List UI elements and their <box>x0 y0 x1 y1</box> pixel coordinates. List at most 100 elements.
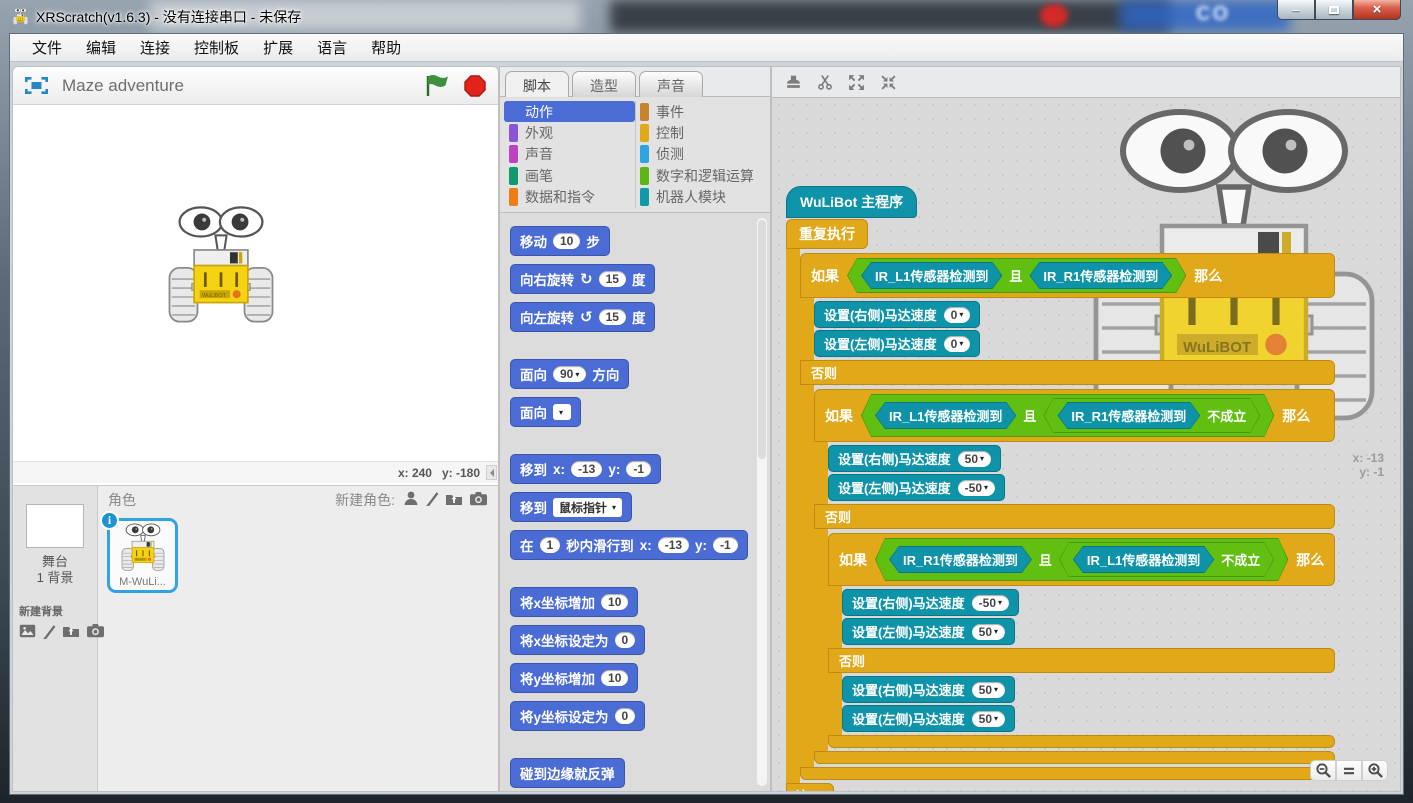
motor-command-block[interactable]: 设置(左侧)马达速度-50▾ <box>828 474 1005 501</box>
menu-item-控制板[interactable]: 控制板 <box>182 33 251 62</box>
maximize-button[interactable] <box>1315 0 1353 20</box>
number-input[interactable]: -1 <box>626 461 651 477</box>
menu-item-文件[interactable]: 文件 <box>20 33 74 62</box>
tab-脚本[interactable]: 脚本 <box>505 71 569 97</box>
palette-block[interactable]: 向右旋转↻15度 <box>510 264 655 294</box>
palette-block[interactable]: 移动10步 <box>510 226 610 256</box>
category-机器人模块[interactable]: 机器人模块 <box>635 187 766 208</box>
new-sprite-upload-icon[interactable] <box>445 490 463 506</box>
number-input[interactable]: -13 <box>658 537 689 553</box>
dropdown-input[interactable]: 50▾ <box>972 682 1005 698</box>
fullscreen-icon[interactable] <box>25 77 48 94</box>
sensor-block[interactable]: IR_L1传感器检测到 <box>861 262 1002 289</box>
category-外观[interactable]: 外观 <box>504 122 635 143</box>
info-icon[interactable]: i <box>100 511 119 530</box>
category-事件[interactable]: 事件 <box>635 101 766 122</box>
scrollbar-thumb[interactable] <box>758 220 766 459</box>
scissors-icon[interactable] <box>817 74 833 91</box>
if-block-top[interactable]: 如果IR_L1传感器检测到且IR_R1传感器检测到不成立那么 <box>814 389 1335 442</box>
new-backdrop-image-icon[interactable] <box>19 623 36 639</box>
script-canvas[interactable]: WuLiBOT x: -13 y: -1 WuLiBot 主程序重复执行如果IR… <box>772 97 1400 791</box>
and-block[interactable]: IR_L1传感器检测到且IR_R1传感器检测到 <box>847 258 1186 293</box>
dropdown-input[interactable]: -50▾ <box>958 480 995 496</box>
not-block[interactable]: IR_L1传感器检测到不成立 <box>1059 542 1274 577</box>
forever-block-top[interactable]: 重复执行 <box>786 219 868 249</box>
category-声音[interactable]: 声音 <box>504 144 635 165</box>
category-数字和逻辑运算[interactable]: 数字和逻辑运算 <box>635 165 766 186</box>
category-动作[interactable]: 动作 <box>504 101 635 122</box>
tab-造型[interactable]: 造型 <box>572 71 636 97</box>
sensor-block[interactable]: IR_R1传感器检测到 <box>1057 402 1200 429</box>
palette-block[interactable]: 碰到边缘就反弹 <box>510 758 625 788</box>
sensor-block[interactable]: IR_R1传感器检测到 <box>889 546 1032 573</box>
number-input[interactable]: 0 <box>615 708 636 724</box>
zoom-out-button[interactable] <box>1310 760 1336 781</box>
category-画笔[interactable]: 画笔 <box>504 165 635 186</box>
else-bar[interactable]: 否则 <box>828 648 1335 673</box>
and-block[interactable]: IR_L1传感器检测到且IR_R1传感器检测到不成立 <box>861 394 1274 437</box>
if-block-bottom[interactable] <box>828 735 1335 748</box>
if-block-bottom[interactable] <box>814 751 1335 764</box>
tab-声音[interactable]: 声音 <box>639 71 703 97</box>
menu-item-帮助[interactable]: 帮助 <box>359 33 413 62</box>
grow-icon[interactable] <box>848 74 865 91</box>
dropdown-input[interactable]: 鼠标指针▾ <box>553 498 622 517</box>
palette-block[interactable]: 将x坐标设定为0 <box>510 625 645 655</box>
menu-item-语言[interactable]: 语言 <box>305 33 359 62</box>
else-bar[interactable]: 否则 <box>800 360 1335 385</box>
number-input[interactable]: -1 <box>713 537 738 553</box>
number-input[interactable]: 1 <box>540 537 561 553</box>
collapse-arrow-button[interactable] <box>486 465 497 480</box>
stage-selector[interactable]: 舞台 1 背景 新建背景 <box>13 486 98 791</box>
category-控制[interactable]: 控制 <box>635 122 766 143</box>
palette-block[interactable]: 面向▾ <box>510 397 581 427</box>
palette-block[interactable]: 将y坐标增加10 <box>510 663 638 693</box>
palette-block[interactable]: 将x坐标增加10 <box>510 587 638 617</box>
new-backdrop-brush-icon[interactable] <box>42 623 56 639</box>
dropdown-input[interactable]: 0▾ <box>944 307 971 323</box>
palette-block[interactable]: 在1秒内滑行到x:-13y:-1 <box>510 530 748 560</box>
number-input[interactable]: 15 <box>599 271 626 287</box>
category-侦测[interactable]: 侦测 <box>635 144 766 165</box>
dropdown-input[interactable]: 50▾ <box>958 451 991 467</box>
else-bar[interactable]: 否则 <box>814 504 1335 529</box>
new-backdrop-upload-icon[interactable] <box>62 623 80 639</box>
stop-button[interactable] <box>464 75 486 97</box>
forever-block-bottom[interactable]: ↩ <box>786 783 834 791</box>
motor-command-block[interactable]: 设置(右侧)马达速度-50▾ <box>842 589 1019 616</box>
palette-block[interactable]: 面向90▾方向 <box>510 359 629 389</box>
close-button[interactable]: × <box>1353 0 1401 20</box>
palette-block[interactable]: 移到鼠标指针▾ <box>510 492 632 522</box>
dropdown-input[interactable]: 50▾ <box>972 711 1005 727</box>
palette-block[interactable]: 移到x:-13y:-1 <box>510 454 661 484</box>
motor-command-block[interactable]: 设置(右侧)马达速度0▾ <box>814 301 980 328</box>
palette-scrollbar[interactable] <box>756 217 768 787</box>
robot-sprite-on-stage[interactable]: WuLiBOT <box>165 205 277 333</box>
motor-command-block[interactable]: 设置(右侧)马达速度50▾ <box>842 676 1015 703</box>
motor-command-block[interactable]: 设置(右侧)马达速度50▾ <box>828 445 1001 472</box>
motor-command-block[interactable]: 设置(左侧)马达速度50▾ <box>842 618 1015 645</box>
if-block-top[interactable]: 如果IR_L1传感器检测到且IR_R1传感器检测到那么 <box>800 253 1335 298</box>
new-sprite-character-icon[interactable] <box>403 490 419 506</box>
dropdown-input[interactable]: -50▾ <box>972 595 1009 611</box>
and-block[interactable]: IR_R1传感器检测到且IR_L1传感器检测到不成立 <box>875 538 1288 581</box>
dropdown-input[interactable]: 0▾ <box>944 336 971 352</box>
number-input[interactable]: 10 <box>601 594 628 610</box>
sensor-block[interactable]: IR_R1传感器检测到 <box>1029 262 1172 289</box>
motor-command-block[interactable]: 设置(左侧)马达速度0▾ <box>814 330 980 357</box>
number-input[interactable]: 10 <box>553 233 580 249</box>
if-block-bottom[interactable] <box>800 767 1335 780</box>
category-数据和指令[interactable]: 数据和指令 <box>504 187 635 208</box>
dropdown-input[interactable]: 50▾ <box>972 624 1005 640</box>
palette-block[interactable]: 将y坐标设定为0 <box>510 701 645 731</box>
menu-item-连接[interactable]: 连接 <box>128 33 182 62</box>
motor-command-block[interactable]: 设置(左侧)马达速度50▾ <box>842 705 1015 732</box>
sprite-tile-selected[interactable]: i WuLiBOT M-WuLi... <box>107 518 178 593</box>
number-input[interactable]: 10 <box>601 670 628 686</box>
green-flag-button[interactable] <box>425 74 450 97</box>
number-input[interactable]: 0 <box>615 632 636 648</box>
menu-item-编辑[interactable]: 编辑 <box>74 33 128 62</box>
dropdown-input[interactable]: 90▾ <box>553 366 586 382</box>
zoom-in-button[interactable] <box>1362 760 1388 781</box>
number-input[interactable]: -13 <box>571 461 602 477</box>
